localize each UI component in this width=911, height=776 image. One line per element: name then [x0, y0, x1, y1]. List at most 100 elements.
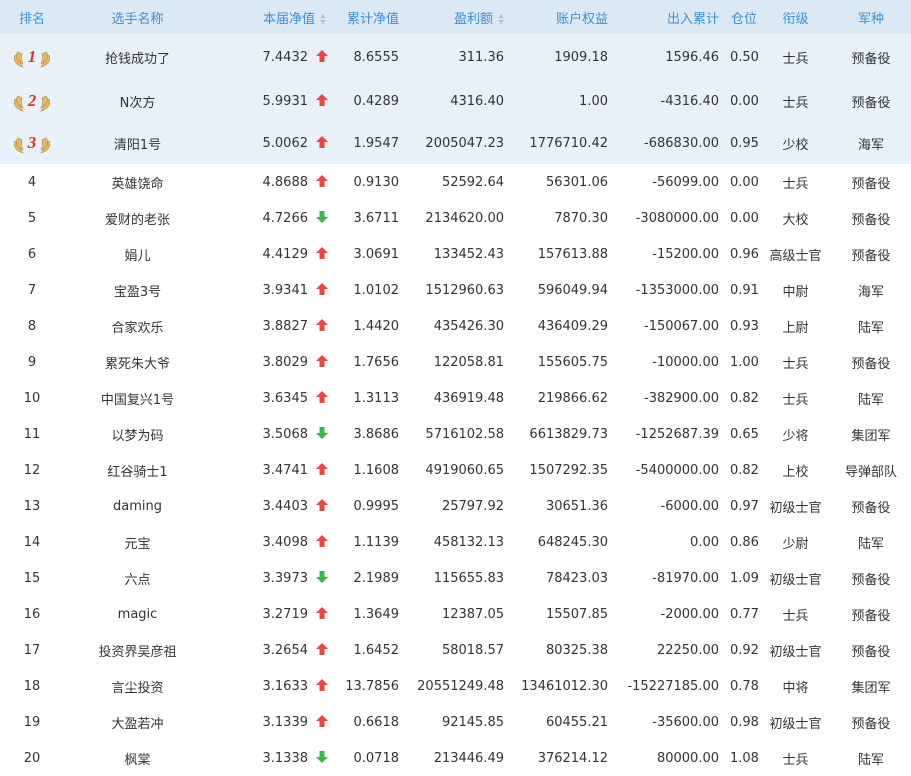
- table-row: 5 爱财的老张 4.7266 3.6711 2134620.00 7870.30 -3080…: [0, 200, 911, 236]
- branch-cell: 导弹部队: [844, 464, 897, 480]
- up-arrow-icon: [316, 135, 328, 148]
- nav-cell: 3.2719: [211, 596, 334, 632]
- up-arrow-icon: [316, 246, 328, 259]
- cum-nav-cell: 0.6618: [353, 714, 400, 730]
- position-cell: 0.00: [730, 210, 759, 226]
- cum-nav-cell: 13.7856: [345, 678, 399, 694]
- up-arrow-icon: [316, 534, 328, 547]
- title-cell: 初级士官: [769, 644, 822, 660]
- up-arrow-icon: [316, 93, 328, 106]
- header-profit[interactable]: 盈利额: [407, 0, 512, 34]
- player-name[interactable]: 娟儿: [64, 236, 211, 272]
- equity-cell: 30651.36: [545, 498, 608, 514]
- up-arrow-icon: [316, 714, 328, 727]
- profit-cell: 20551249.48: [417, 678, 504, 694]
- header-nav[interactable]: 本届净值: [211, 0, 334, 34]
- equity-cell: 157613.88: [537, 246, 608, 262]
- player-name[interactable]: 宝盈3号: [64, 272, 211, 308]
- title-cell: 士兵: [782, 176, 809, 192]
- player-name[interactable]: 抢钱成功了: [64, 34, 211, 80]
- profit-cell: 1512960.63: [425, 282, 504, 298]
- equity-cell: 7870.30: [554, 210, 608, 226]
- player-name[interactable]: magic: [64, 596, 211, 632]
- player-name[interactable]: 英雄饶命: [64, 164, 211, 200]
- up-arrow-icon: [316, 498, 328, 511]
- position-cell: 0.82: [730, 462, 759, 478]
- branch-cell: 海军: [857, 284, 884, 300]
- player-name[interactable]: 爱财的老张: [64, 200, 211, 236]
- table-row: 3 清阳1号 5.0062 1.9547 2005047.23 1776710.42 -68…: [0, 122, 911, 164]
- net-flow-cell: -2000.00: [660, 606, 719, 622]
- header-position: 仓位: [731, 11, 758, 27]
- title-cell: 初级士官: [769, 572, 822, 588]
- position-cell: 0.00: [730, 174, 759, 190]
- player-name[interactable]: 合家欢乐: [64, 308, 211, 344]
- player-name[interactable]: daming: [64, 488, 211, 524]
- player-name[interactable]: N次方: [64, 80, 211, 122]
- profit-cell: 58018.57: [441, 642, 504, 658]
- position-cell: 0.97: [730, 498, 759, 514]
- rank-cell: 8: [27, 318, 37, 334]
- player-name[interactable]: 枫棠: [64, 740, 211, 776]
- sort-icon[interactable]: [320, 14, 326, 24]
- cum-nav-cell: 3.0691: [353, 246, 400, 262]
- player-name[interactable]: 元宝: [64, 524, 211, 560]
- player-name[interactable]: 大盈若冲: [64, 704, 211, 740]
- nav-cell: 5.0062: [211, 122, 334, 164]
- nav-cell: 3.4403: [211, 488, 334, 524]
- table-row: 18 言尘投资 3.1633 13.7856 20551249.48 13461012.3…: [0, 668, 911, 704]
- equity-cell: 155605.75: [537, 354, 608, 370]
- net-flow-cell: 22250.00: [656, 642, 719, 658]
- net-flow-cell: 80000.00: [656, 750, 719, 766]
- equity-cell: 1507292.35: [529, 462, 608, 478]
- branch-cell: 预备役: [851, 608, 891, 624]
- net-flow-cell: -81970.00: [652, 570, 719, 586]
- medal-number: 1: [28, 47, 37, 66]
- branch-cell: 预备役: [851, 176, 891, 192]
- net-flow-cell: -382900.00: [644, 390, 719, 406]
- player-name[interactable]: 红谷骑士1: [64, 452, 211, 488]
- cum-nav-cell: 1.1139: [353, 534, 400, 550]
- equity-cell: 648245.30: [537, 534, 608, 550]
- nav-cell: 4.4129: [211, 236, 334, 272]
- player-name[interactable]: 投资界吴彦祖: [64, 632, 211, 668]
- nav-value: 4.7266: [262, 210, 309, 226]
- title-cell: 初级士官: [769, 500, 822, 516]
- player-name[interactable]: 中国复兴1号: [64, 380, 211, 416]
- table-row: 15 六点 3.3973 2.1989 115655.83 78423.03 -81970.…: [0, 560, 911, 596]
- player-name[interactable]: 以梦为码: [64, 416, 211, 452]
- title-cell: 中尉: [782, 284, 809, 300]
- position-cell: 0.50: [730, 49, 759, 65]
- equity-cell: 15507.85: [545, 606, 608, 622]
- position-cell: 0.78: [730, 678, 759, 694]
- position-cell: 0.86: [730, 534, 759, 550]
- table-row: 8 合家欢乐 3.8827 1.4420 435426.30 436409.29 -1500…: [0, 308, 911, 344]
- profit-cell: 213446.49: [433, 750, 504, 766]
- title-cell: 少尉: [782, 536, 809, 552]
- player-name[interactable]: 累死朱大爷: [64, 344, 211, 380]
- branch-cell: 预备役: [851, 644, 891, 660]
- title-cell: 士兵: [782, 608, 809, 624]
- player-name[interactable]: 言尘投资: [64, 668, 211, 704]
- branch-cell: 集团军: [851, 428, 891, 444]
- branch-cell: 预备役: [851, 356, 891, 372]
- profit-cell: 5716102.58: [425, 426, 504, 442]
- nav-cell: 3.9341: [211, 272, 334, 308]
- sort-icon[interactable]: [498, 14, 504, 24]
- header-profit-label: 盈利额: [453, 11, 493, 27]
- player-name[interactable]: 六点: [64, 560, 211, 596]
- equity-cell: 56301.06: [545, 174, 608, 190]
- title-cell: 高级士官: [769, 248, 822, 264]
- branch-cell: 预备役: [851, 212, 891, 228]
- branch-cell: 陆军: [857, 392, 884, 408]
- equity-cell: 436409.29: [537, 318, 608, 334]
- position-cell: 0.91: [730, 282, 759, 298]
- profit-cell: 435426.30: [433, 318, 504, 334]
- nav-cell: 3.1633: [211, 668, 334, 704]
- cum-nav-cell: 3.8686: [353, 426, 400, 442]
- table-row: 16 magic 3.2719 1.3649 12387.05 15507.85 -2000…: [0, 596, 911, 632]
- player-name[interactable]: 清阳1号: [64, 122, 211, 164]
- position-cell: 0.65: [730, 426, 759, 442]
- equity-cell: 596049.94: [537, 282, 608, 298]
- nav-value: 5.9931: [262, 93, 309, 109]
